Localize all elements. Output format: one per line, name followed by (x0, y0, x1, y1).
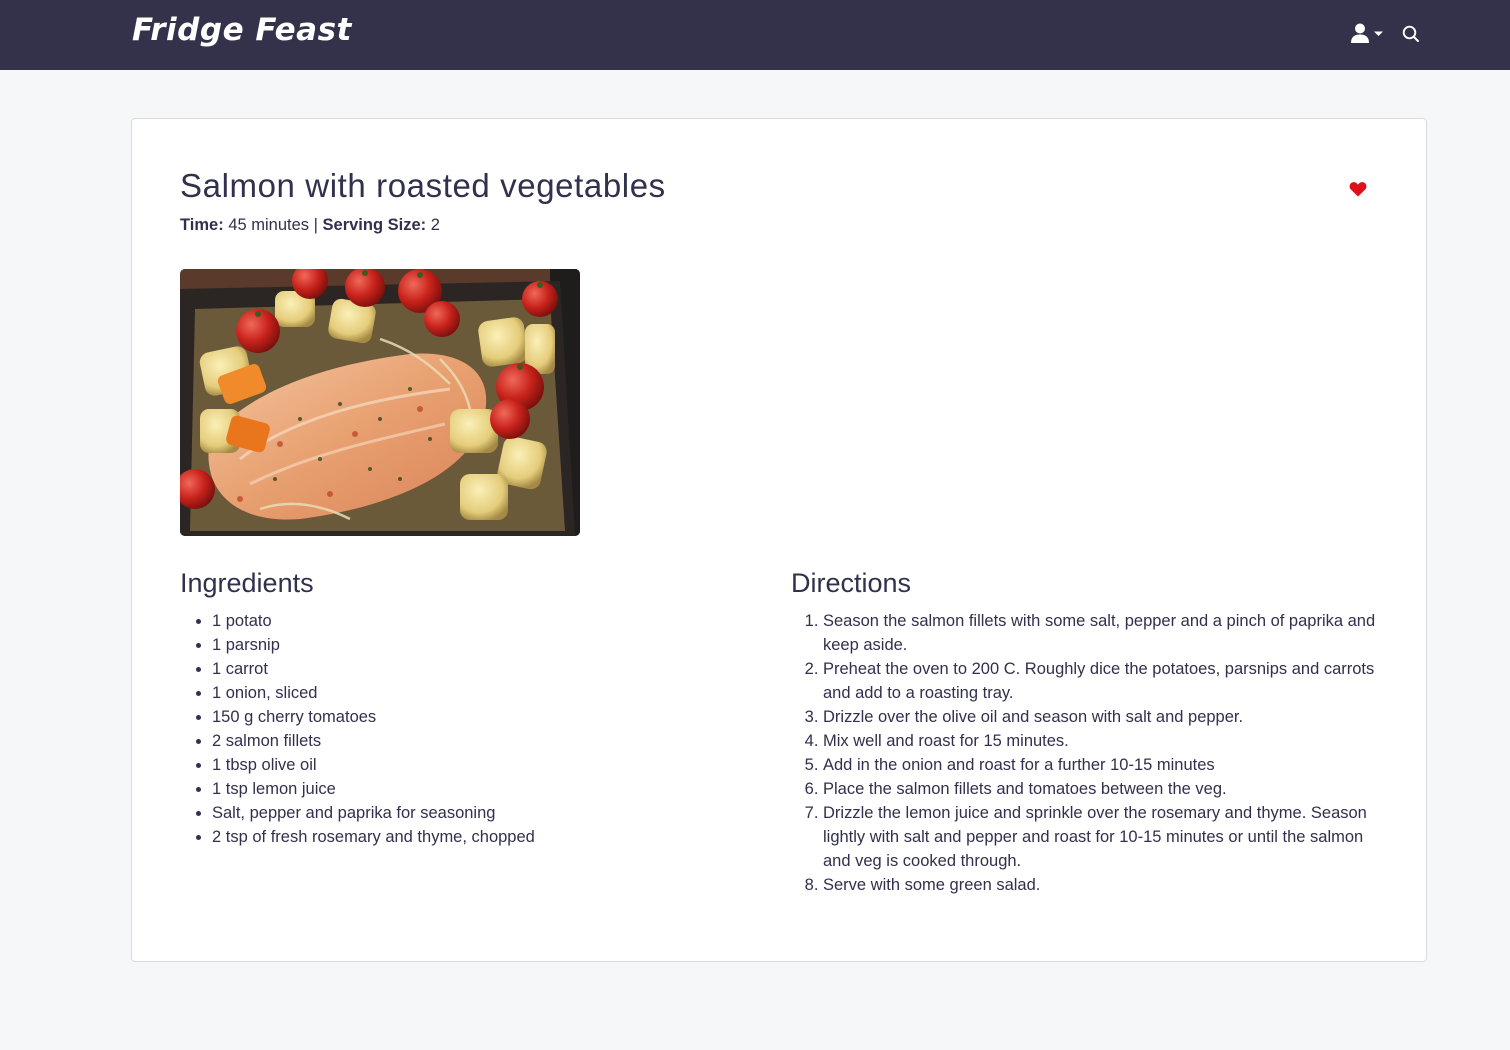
recipe-card: Salmon with roasted vegetables Time: 45 … (131, 118, 1427, 962)
recipe-title: Salmon with roasted vegetables (180, 167, 666, 204)
caret-down-icon (1374, 31, 1383, 36)
direction-step: Add in the onion and roast for a further… (823, 753, 1379, 777)
ingredients-list: 1 potato 1 parsnip 1 carrot 1 onion, sli… (180, 609, 732, 849)
search-button[interactable] (1401, 24, 1421, 44)
direction-step: Drizzle over the olive oil and season wi… (823, 705, 1379, 729)
favorite-button[interactable] (1349, 181, 1367, 197)
list-item: 1 tbsp olive oil (212, 753, 732, 777)
list-item: 1 onion, sliced (212, 681, 732, 705)
directions-list: Season the salmon fillets with some salt… (791, 609, 1379, 897)
time-label: Time: (180, 216, 224, 234)
recipe-photo (180, 269, 580, 536)
direction-step: Place the salmon fillets and tomatoes be… (823, 777, 1379, 801)
direction-step: Preheat the oven to 200 C. Roughly dice … (823, 657, 1379, 705)
salmon-dish-image (180, 269, 580, 536)
list-item: 2 salmon fillets (212, 729, 732, 753)
top-navbar: Fridge Feast (0, 0, 1510, 70)
serving-value: 2 (430, 216, 440, 234)
list-item: 150 g cherry tomatoes (212, 705, 732, 729)
serving-label: Serving Size: (322, 216, 427, 234)
list-item: 1 potato (212, 609, 732, 633)
direction-step: Serve with some green salad. (823, 873, 1379, 897)
user-menu-toggle[interactable] (1350, 22, 1386, 46)
time-value: 45 minutes (228, 216, 310, 234)
list-item: 1 parsnip (212, 633, 732, 657)
list-item: 1 carrot (212, 657, 732, 681)
ingredients-heading: Ingredients (180, 568, 314, 598)
directions-heading: Directions (791, 568, 912, 598)
heart-icon (1349, 182, 1367, 197)
direction-step: Drizzle the lemon juice and sprinkle ove… (823, 801, 1379, 873)
brand-logo[interactable]: Fridge Feast (132, 12, 352, 48)
meta-separator: | (313, 216, 318, 234)
list-item: 2 tsp of fresh rosemary and thyme, chopp… (212, 825, 732, 849)
direction-step: Season the salmon fillets with some salt… (823, 609, 1379, 657)
list-item: Salt, pepper and paprika for seasoning (212, 801, 732, 825)
user-icon (1351, 23, 1383, 43)
search-icon (1402, 25, 1419, 42)
direction-step: Mix well and roast for 15 minutes. (823, 729, 1379, 753)
list-item: 1 tsp lemon juice (212, 777, 732, 801)
recipe-meta: Time: 45 minutes | Serving Size: 2 (180, 216, 440, 235)
